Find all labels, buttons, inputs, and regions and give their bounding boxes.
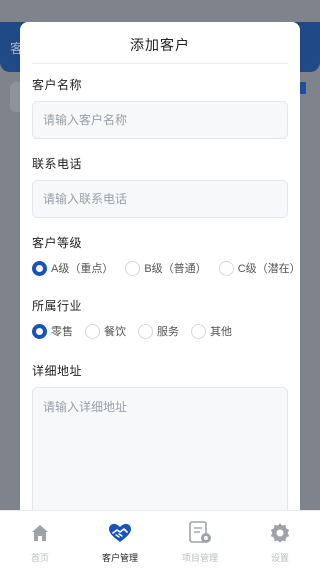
- industry-option-label: 餐饮: [104, 326, 126, 338]
- level-option-label: C级（潜在）: [237, 263, 300, 275]
- tab-label: 设置: [270, 553, 289, 563]
- level-option-label: A级（重点）: [51, 263, 114, 275]
- address-label: 详细地址: [32, 364, 83, 378]
- industry-radio-group: 零售 餐饮 服务 其他: [32, 322, 288, 340]
- address-textarea[interactable]: [32, 387, 288, 510]
- gear-icon: [267, 521, 293, 545]
- radio-checked-icon: [32, 323, 47, 339]
- phone-input[interactable]: [32, 180, 288, 218]
- tab-project-management[interactable]: 项目管理: [160, 511, 240, 569]
- radio-checked-icon: [32, 260, 47, 276]
- level-option-a[interactable]: A级（重点）: [32, 260, 113, 276]
- home-icon: [27, 521, 53, 545]
- tab-home[interactable]: 首页: [0, 511, 80, 569]
- industry-option-other[interactable]: 其他: [191, 323, 232, 339]
- radio-unchecked-icon: [138, 323, 153, 339]
- level-option-c[interactable]: C级（潜在）: [218, 260, 300, 276]
- bottom-tab-bar: 首页 客户管理 项目管理 设置: [0, 510, 320, 569]
- customer-name-label: 客户名称: [32, 78, 83, 92]
- project-icon: [187, 521, 213, 545]
- radio-unchecked-icon: [191, 323, 206, 339]
- tab-label: 项目管理: [181, 553, 218, 563]
- radio-unchecked-icon: [125, 260, 141, 276]
- industry-option-label: 其他: [210, 326, 232, 338]
- customer-level-label: 客户等级: [32, 236, 83, 250]
- industry-option-label: 服务: [157, 326, 179, 338]
- tab-label: 首页: [30, 553, 49, 563]
- handshake-icon: [107, 521, 133, 545]
- phone-label: 联系电话: [32, 157, 83, 171]
- radio-unchecked-icon: [218, 260, 234, 276]
- customer-form: 客户名称 联系电话 客户等级 A级（重点） B级（普通） C级（潜在） 所属行业…: [20, 76, 300, 510]
- tab-label: 客户管理: [101, 553, 138, 563]
- industry-option-service[interactable]: 服务: [138, 323, 179, 339]
- modal-title: 添加客户: [32, 22, 288, 64]
- customer-name-input[interactable]: [32, 101, 288, 139]
- radio-unchecked-icon: [85, 323, 100, 339]
- level-option-label: B级（普通）: [144, 263, 207, 275]
- level-option-b[interactable]: B级（普通）: [125, 260, 207, 276]
- tab-customer-management[interactable]: 客户管理: [80, 511, 160, 569]
- tab-settings[interactable]: 设置: [240, 511, 320, 569]
- add-customer-modal: 添加客户 客户名称 联系电话 客户等级 A级（重点） B级（普通） C级（潜在）…: [20, 22, 300, 510]
- industry-option-label: 零售: [51, 326, 73, 338]
- customer-level-radio-group: A级（重点） B级（普通） C级（潜在）: [32, 259, 300, 277]
- industry-option-retail[interactable]: 零售: [32, 323, 73, 339]
- industry-option-food[interactable]: 餐饮: [85, 323, 126, 339]
- industry-label: 所属行业: [32, 299, 83, 313]
